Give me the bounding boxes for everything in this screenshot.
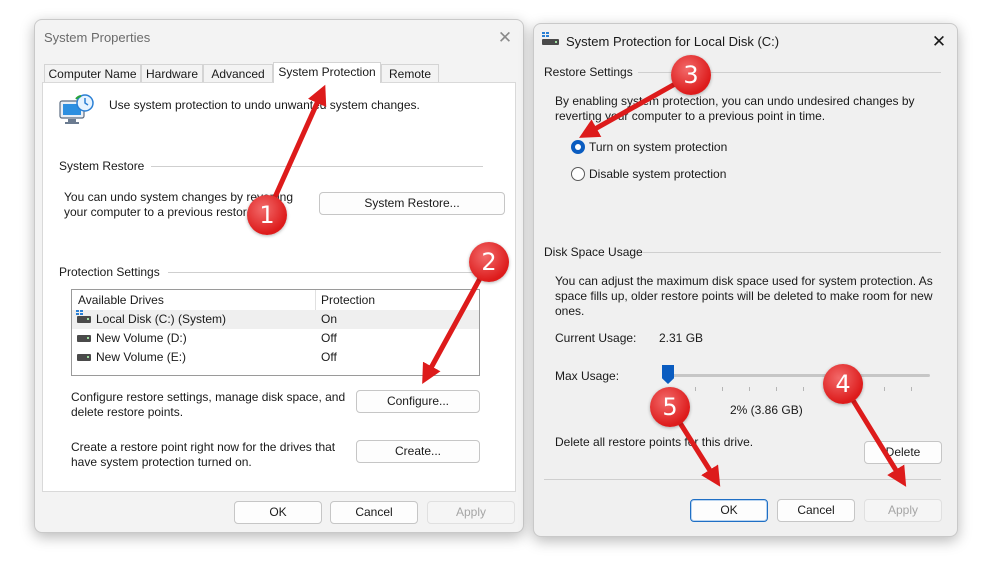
configure-button[interactable]: Configure... [356,390,480,413]
drives-list-header: Available Drives Protection [72,290,479,310]
tab-hardware[interactable]: Hardware [141,64,203,83]
system-protection-dialog: System Protection for Local Disk (C:) ✕ … [533,23,958,537]
drive-icon [542,32,559,45]
slider-tick [722,387,723,391]
drive-row-e[interactable]: New Volume (E:) Off [72,348,479,367]
delete-restore-points-text: Delete all restore points for this drive… [555,435,754,449]
restore-settings-group-title: Restore Settings [544,65,633,79]
system-protection-panel: Use system protection to undo unwanted s… [42,82,516,492]
annotation-badge-1: 1 [247,195,287,235]
close-icon[interactable]: ✕ [493,26,517,50]
max-usage-slider-track[interactable] [664,374,930,377]
slider-tick [911,387,912,391]
slider-tick [776,387,777,391]
drive-name: New Volume (D:) [96,331,187,345]
column-available-drives[interactable]: Available Drives [78,293,164,307]
current-usage-value: 2.31 GB [659,331,704,345]
tab-computer-name[interactable]: Computer Name [44,64,141,83]
drive-icon [77,316,91,323]
title-bar[interactable]: System Properties ✕ [35,20,523,56]
intro-text: Use system protection to undo unwanted s… [109,98,420,112]
drive-icon [77,335,91,342]
close-icon[interactable]: ✕ [927,30,951,54]
group-divider [643,252,941,253]
windows-logo-icon [76,310,83,316]
drive-name: New Volume (E:) [96,350,187,364]
turn-on-protection-radio[interactable] [571,140,585,154]
system-restore-button[interactable]: System Restore... [319,192,505,215]
max-usage-slider-thumb[interactable] [662,365,674,384]
drive-protection-status: Off [321,331,337,345]
system-properties-window: System Properties ✕ Computer Name Hardwa… [34,19,524,533]
create-text: Create a restore point right now for the… [71,440,336,469]
create-button[interactable]: Create... [356,440,480,463]
slider-tick [749,387,750,391]
tab-system-protection[interactable]: System Protection [273,62,381,83]
disable-protection-label[interactable]: Disable system protection [589,167,726,182]
ok-button[interactable]: OK [690,499,768,522]
max-usage-value: 2% (3.86 GB) [730,403,803,417]
disk-space-description: You can adjust the maximum disk space us… [555,274,933,318]
system-protection-icon [59,94,94,124]
apply-button[interactable]: Apply [864,499,942,522]
delete-button[interactable]: Delete [864,441,942,464]
annotation-badge-3: 3 [671,55,711,95]
cancel-button[interactable]: Cancel [330,501,418,524]
column-divider [315,290,316,310]
ok-button[interactable]: OK [234,501,322,524]
drive-row-c[interactable]: Local Disk (C:) (System) On [72,310,479,329]
window-title: System Properties [44,30,151,45]
current-usage-label: Current Usage: [555,331,637,345]
disk-space-usage-group-title: Disk Space Usage [544,245,643,259]
drive-icon [77,354,91,361]
slider-tick [884,387,885,391]
group-divider [168,272,483,273]
column-protection[interactable]: Protection [321,293,375,307]
title-bar[interactable]: System Protection for Local Disk (C:) ✕ [534,24,957,60]
turn-on-protection-label[interactable]: Turn on system protection [589,140,727,155]
drives-list[interactable]: Available Drives Protection Local Disk (… [71,289,480,376]
configure-text: Configure restore settings, manage disk … [71,390,346,419]
footer-divider [544,479,941,480]
drive-name: Local Disk (C:) (System) [96,312,227,326]
protection-settings-group-title: Protection Settings [59,265,160,279]
annotation-badge-5: 5 [650,387,690,427]
annotation-badge-2: 2 [469,242,509,282]
disable-protection-radio[interactable] [571,167,585,181]
cancel-button[interactable]: Cancel [777,499,855,522]
slider-tick [803,387,804,391]
annotation-badge-4: 4 [823,364,863,404]
slider-tick [695,387,696,391]
group-divider [151,166,483,167]
drive-protection-status: Off [321,350,337,364]
system-restore-group-title: System Restore [59,159,145,173]
restore-settings-description: By enabling system protection, you can u… [555,94,915,123]
drive-row-d[interactable]: New Volume (D:) Off [72,329,479,348]
tab-advanced[interactable]: Advanced [203,64,273,83]
drive-protection-status: On [321,312,338,326]
window-title: System Protection for Local Disk (C:) [566,34,780,49]
tab-remote[interactable]: Remote [381,64,439,83]
max-usage-label: Max Usage: [555,369,620,383]
apply-button[interactable]: Apply [427,501,515,524]
